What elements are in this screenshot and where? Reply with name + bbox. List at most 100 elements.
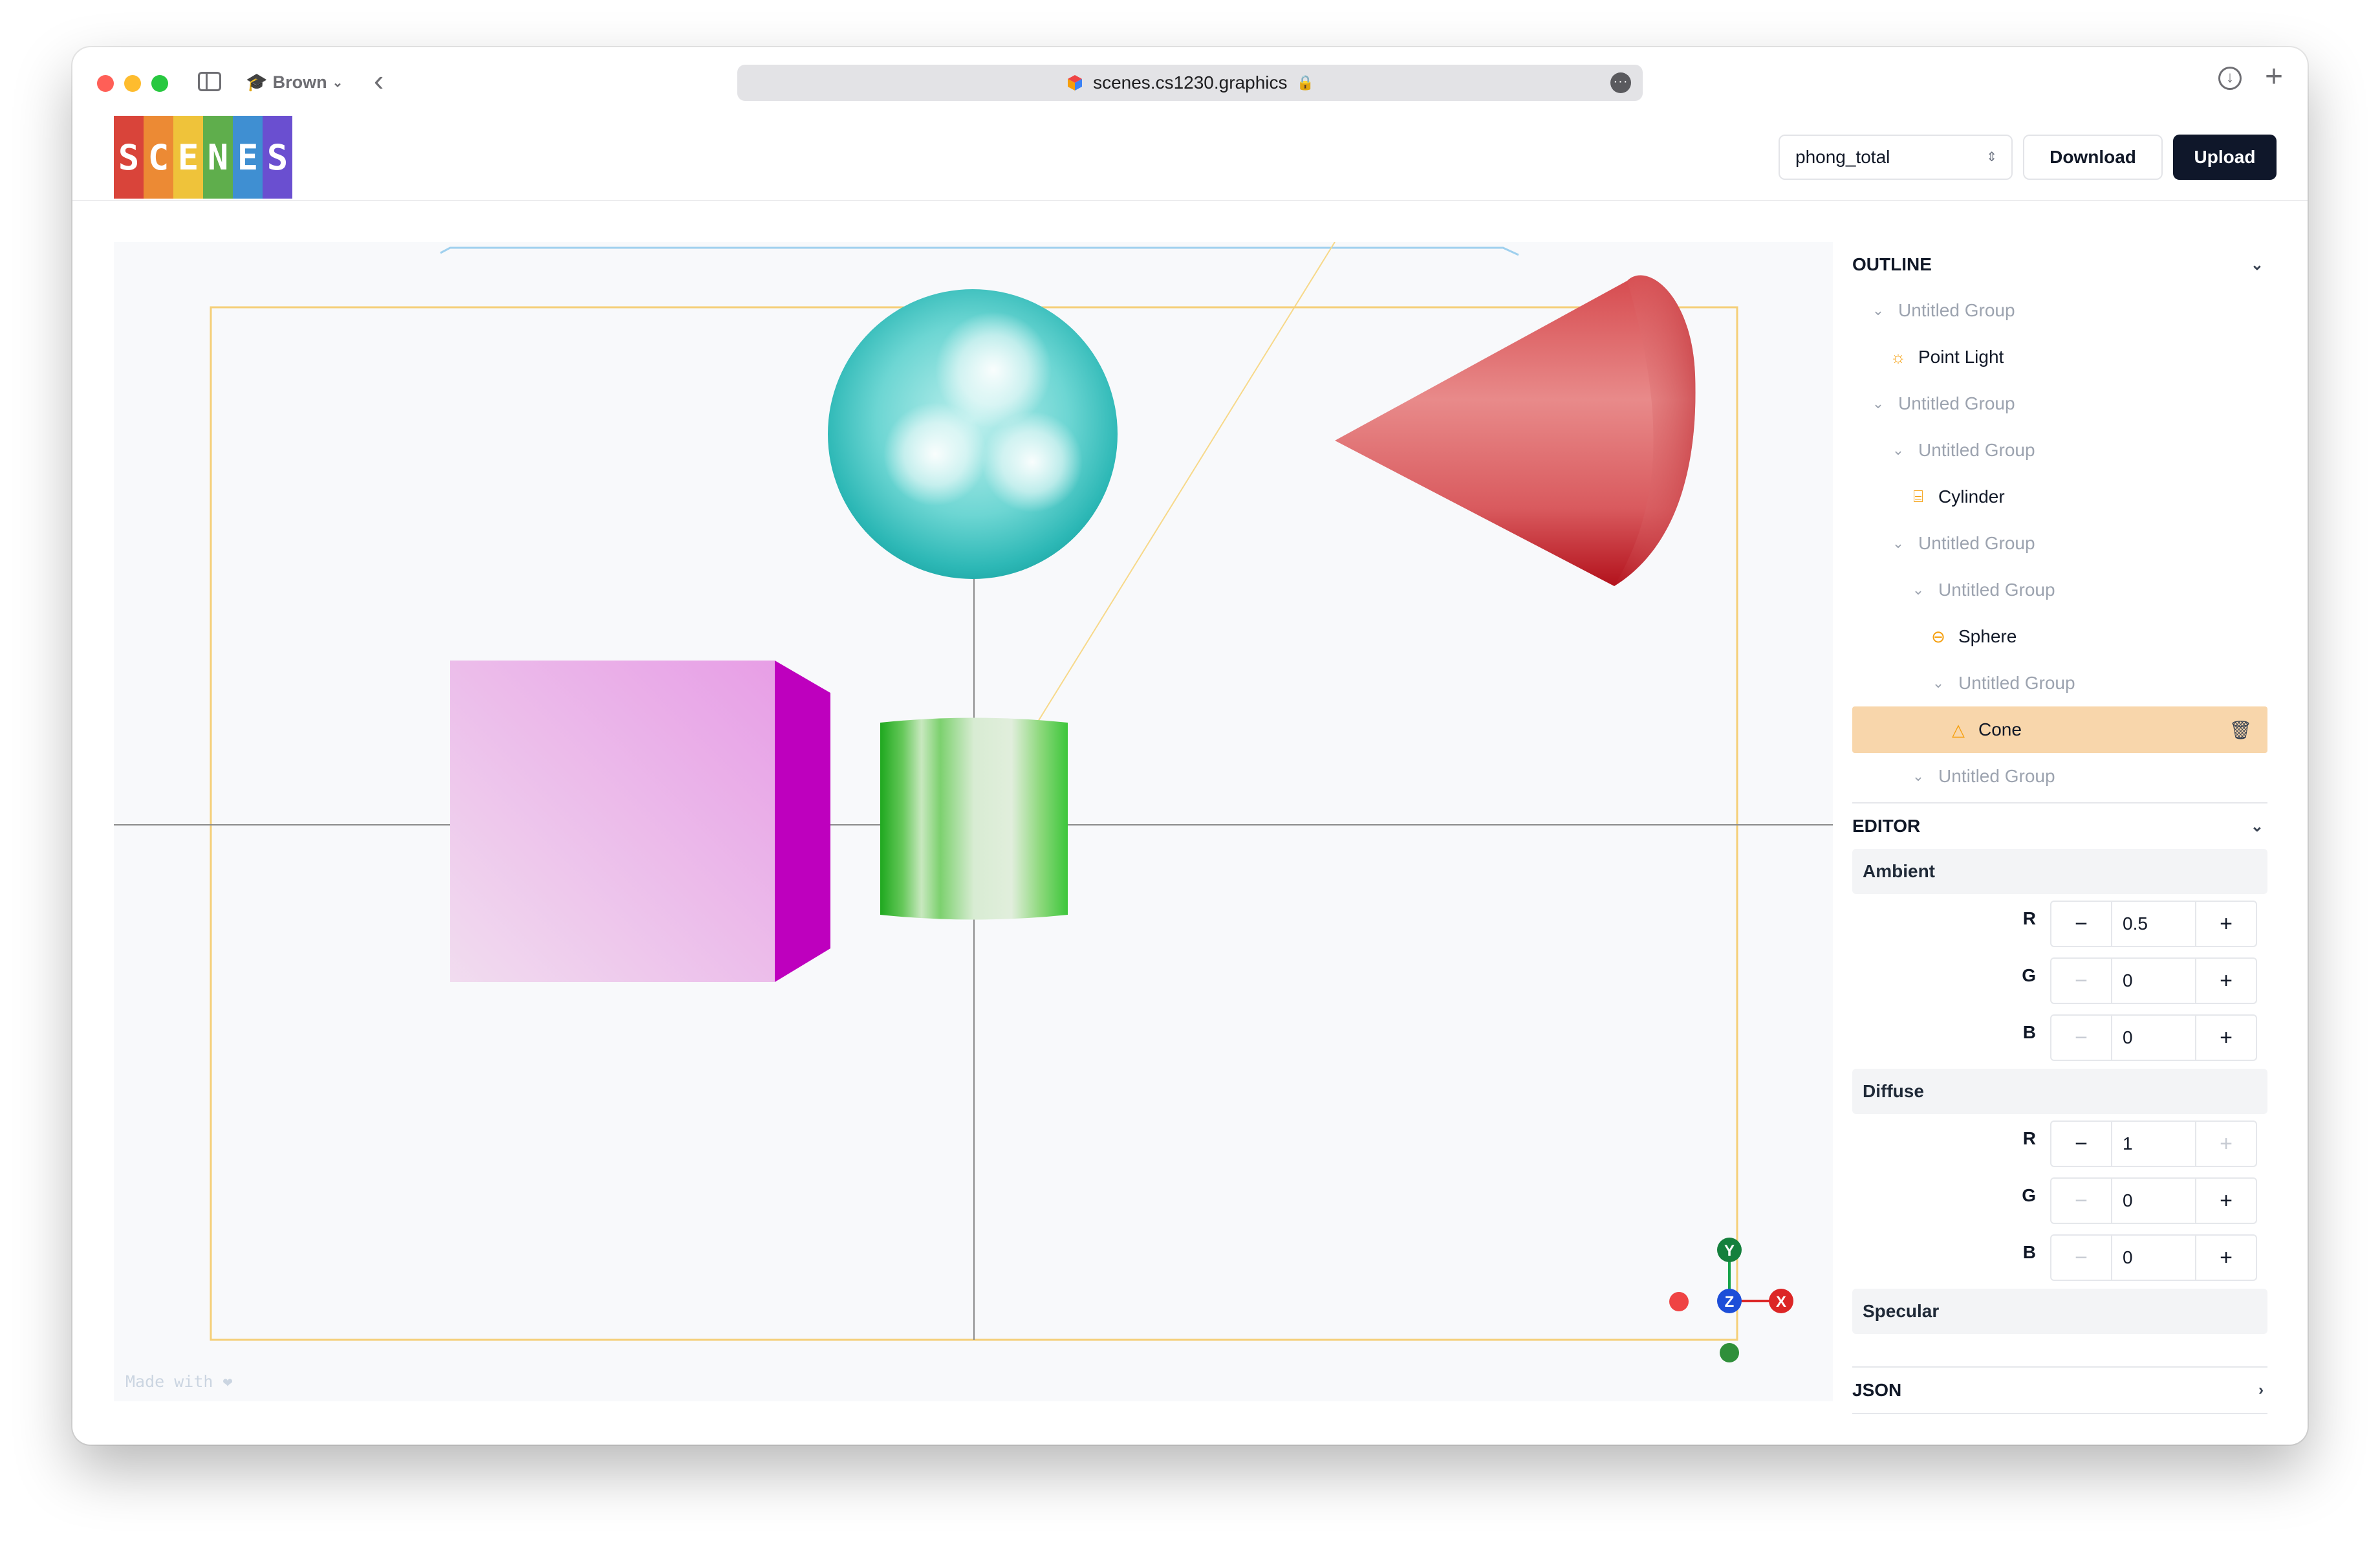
channel-label: B	[2022, 1242, 2036, 1262]
increment-button[interactable]: +	[2196, 959, 2256, 1003]
outline-group-item[interactable]: ⌄ Untitled Group	[1852, 660, 2267, 706]
new-tab-icon[interactable]: +	[2265, 61, 2283, 93]
ambient-b-row: B − 0 +	[1852, 1008, 2267, 1065]
chevron-down-icon: ⌄	[332, 75, 343, 90]
sphere-icon: ⊖	[1931, 626, 1945, 646]
diffuse-b-input[interactable]: 0	[2111, 1236, 2196, 1280]
chevron-down-icon: ⌄	[2250, 256, 2264, 274]
chevron-down-icon[interactable]: ⌄	[1867, 395, 1889, 412]
gizmo-negative-y-axis[interactable]	[1720, 1343, 1739, 1362]
outline-group-item[interactable]: ⌄ Untitled Group	[1852, 427, 2267, 474]
outline-group-item[interactable]: ⌄ Untitled Group	[1852, 287, 2267, 334]
ambient-r-stepper: − 0.5 +	[2050, 901, 2257, 947]
scene-canvas[interactable]: Y Z X	[114, 242, 1833, 1401]
browser-toolbar: 🎓 Brown ⌄ ‹ scenes.cs1230.graphics 🔒 ···…	[72, 47, 2308, 116]
scenes-logo: SCENES	[114, 116, 292, 199]
outline-item-label: Untitled Group	[1918, 533, 2035, 553]
chevron-down-icon[interactable]: ⌄	[1887, 535, 1909, 552]
downloads-icon[interactable]: ↓	[2218, 67, 2242, 90]
light-marker[interactable]	[1669, 1292, 1689, 1311]
decrement-button[interactable]: −	[2051, 1016, 2111, 1060]
specular-group-header: Specular	[1852, 1289, 2267, 1334]
editor-scroll-area[interactable]: Ambient R − 0.5 + G − 0 + B − 0 + Diffus…	[1852, 849, 2267, 1357]
sidebar-toggle-icon[interactable]	[198, 72, 221, 91]
profile-name: Brown	[272, 72, 327, 92]
decrement-button[interactable]: −	[2051, 1179, 2111, 1223]
profile-switcher[interactable]: 🎓 Brown ⌄	[246, 71, 343, 94]
section-divider	[1852, 1413, 2267, 1414]
orientation-gizmo[interactable]: Y Z X	[1717, 1238, 1793, 1362]
logo-letter: S	[114, 116, 144, 199]
scene-select-value: phong_total	[1795, 147, 1890, 167]
diffuse-g-input[interactable]: 0	[2111, 1179, 2196, 1223]
ambient-b-input[interactable]: 0	[2111, 1016, 2196, 1060]
diffuse-b-row: B − 0 +	[1852, 1228, 2267, 1285]
increment-button[interactable]: +	[2196, 1179, 2256, 1223]
minimize-window-button[interactable]	[124, 75, 141, 92]
decrement-button[interactable]: −	[2051, 959, 2111, 1003]
diffuse-group-header: Diffuse	[1852, 1069, 2267, 1114]
sphere-shape	[828, 289, 1118, 579]
zoom-window-button[interactable]	[151, 75, 168, 92]
outline-item-label: Sphere	[1958, 626, 2017, 646]
light-icon: ☼	[1890, 347, 1906, 367]
json-section-header[interactable]: JSON ›	[1852, 1368, 2267, 1413]
ambient-r-row: R − 0.5 +	[1852, 894, 2267, 951]
chevron-down-icon[interactable]: ⌄	[1907, 582, 1929, 598]
site-favicon-icon	[1068, 75, 1083, 91]
back-arrow-icon[interactable]: ‹	[374, 65, 384, 95]
outline-item-label: Untitled Group	[1898, 393, 2015, 413]
browser-window: 🎓 Brown ⌄ ‹ scenes.cs1230.graphics 🔒 ···…	[72, 47, 2308, 1445]
outline-title: OUTLINE	[1852, 254, 1932, 274]
download-button[interactable]: Download	[2023, 135, 2163, 180]
outline-group-item[interactable]: ⌄ Untitled Group	[1852, 380, 2267, 427]
channel-label: B	[2022, 1022, 2036, 1042]
outline-item-label: Cone	[1978, 719, 2022, 739]
increment-button[interactable]: +	[2196, 902, 2256, 946]
gizmo-z-label: Z	[1725, 1293, 1735, 1311]
cylinder-shape	[880, 717, 1068, 920]
outline-item-cone[interactable]: △ Cone 🗑	[1852, 706, 2267, 753]
trash-icon[interactable]: 🗑	[2229, 719, 2252, 741]
gizmo-y-label: Y	[1724, 1242, 1735, 1260]
right-panel: OUTLINE ⌄ ⌄ Untitled Group ☼ Point Light ⌄ Un…	[1852, 242, 2267, 1414]
ambient-g-stepper: − 0 +	[2050, 957, 2257, 1004]
chevron-down-icon[interactable]: ⌄	[1907, 768, 1929, 785]
outline-item-cylinder[interactable]: ⌸ Cylinder	[1852, 474, 2267, 520]
ambient-g-row: G − 0 +	[1852, 951, 2267, 1008]
outline-group-item[interactable]: ⌄ Untitled Group	[1852, 567, 2267, 613]
address-bar[interactable]: scenes.cs1230.graphics 🔒 ···	[737, 65, 1643, 101]
outline-group-item[interactable]: ⌄ Untitled Group	[1852, 753, 2267, 800]
outline-item-label: Untitled Group	[1898, 300, 2015, 320]
page-menu-button[interactable]: ···	[1610, 72, 1631, 93]
scene-select[interactable]: phong_total ⇕	[1779, 135, 2013, 180]
logo-letter: E	[233, 116, 263, 199]
outline-group-item[interactable]: ⌄ Untitled Group	[1852, 520, 2267, 567]
close-window-button[interactable]	[97, 75, 114, 92]
chevron-down-icon[interactable]: ⌄	[1927, 675, 1949, 692]
lock-icon: 🔒	[1296, 74, 1314, 91]
outline-item-light[interactable]: ☼ Point Light	[1852, 334, 2267, 380]
outline-item-sphere[interactable]: ⊖ Sphere	[1852, 613, 2267, 660]
cylinder-icon: ⌸	[1913, 486, 1923, 506]
outline-section-header[interactable]: OUTLINE ⌄	[1852, 242, 2267, 287]
diffuse-r-input[interactable]: 1	[2111, 1122, 2196, 1166]
chevron-right-icon: ›	[2258, 1381, 2264, 1399]
chevron-down-icon[interactable]: ⌄	[1887, 442, 1909, 459]
outline-item-label: Point Light	[1918, 347, 2004, 367]
decrement-button[interactable]: −	[2051, 1122, 2111, 1166]
channel-label: R	[2022, 908, 2036, 928]
chevron-down-icon[interactable]: ⌄	[1867, 302, 1889, 319]
ambient-g-input[interactable]: 0	[2111, 959, 2196, 1003]
increment-button[interactable]: +	[2196, 1236, 2256, 1280]
upload-button[interactable]: Upload	[2173, 135, 2277, 180]
decrement-button[interactable]: −	[2051, 1236, 2111, 1280]
increment-button[interactable]: +	[2196, 1122, 2256, 1166]
scene-viewport[interactable]: Y Z X Made with ❤	[114, 242, 1833, 1401]
outline-item-label: Untitled Group	[1938, 580, 2055, 600]
editor-section-header[interactable]: EDITOR ⌄	[1852, 803, 2267, 849]
logo-letter: N	[203, 116, 233, 199]
ambient-r-input[interactable]: 0.5	[2111, 902, 2196, 946]
decrement-button[interactable]: −	[2051, 902, 2111, 946]
increment-button[interactable]: +	[2196, 1016, 2256, 1060]
